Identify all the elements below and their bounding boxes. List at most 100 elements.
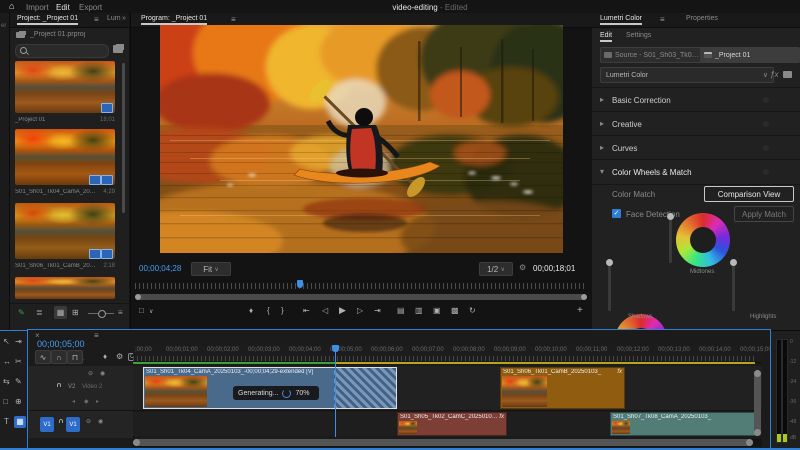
timeline-hscrollbar-thumb[interactable] bbox=[133, 439, 753, 446]
mark-in-button[interactable]: { bbox=[267, 306, 270, 315]
midtones-slider[interactable] bbox=[669, 213, 672, 263]
timeline-settings-wrench-icon[interactable]: ⚙ bbox=[116, 352, 123, 361]
section-creative[interactable]: ▸ Creative bbox=[592, 111, 800, 136]
rectangle-tool[interactable]: □ bbox=[3, 397, 8, 406]
subtab-edit[interactable]: Edit bbox=[600, 32, 612, 42]
timeline-menu-icon[interactable]: ≡ bbox=[94, 331, 99, 340]
add-marker-button[interactable]: ♦ bbox=[249, 306, 253, 315]
more-tools-button[interactable]: ▦ bbox=[14, 416, 26, 428]
list-view-icon[interactable]: ≣ bbox=[36, 308, 43, 317]
icon-view-icon[interactable]: ▦ bbox=[54, 306, 67, 319]
toolbar-menu-icon[interactable]: ≡ bbox=[118, 308, 123, 317]
playhead[interactable] bbox=[335, 345, 336, 437]
extract-button[interactable]: ▥ bbox=[415, 306, 423, 315]
export-frame-button[interactable]: ▣ bbox=[433, 306, 441, 315]
chevron-down-icon[interactable]: ∨ bbox=[149, 308, 153, 315]
step-forward-button[interactable]: ▷ bbox=[357, 306, 363, 315]
sequence-button[interactable]: _Project 01 bbox=[700, 47, 800, 63]
clip-video[interactable]: S01_Sh05_Tk02_CamC_20250103_ fx bbox=[397, 412, 507, 436]
mark-out-button[interactable]: } bbox=[281, 306, 284, 315]
timeline-hscrollbar-track[interactable] bbox=[133, 439, 762, 447]
source-clip-button[interactable]: Source - S01_Sh03_Tk04_... bbox=[600, 47, 704, 63]
ripple-edit-tool[interactable]: ↔ bbox=[3, 357, 11, 366]
menu-import[interactable]: Import bbox=[26, 3, 49, 12]
track-header-v2[interactable]: ⊖ ◉ V2 Video 2 ◂ ◆ ▸ bbox=[28, 368, 133, 411]
loop-button[interactable]: ↻ bbox=[469, 306, 476, 315]
program-panel-menu-icon[interactable]: ≡ bbox=[231, 15, 236, 24]
apply-match-button[interactable]: Apply Match bbox=[734, 206, 794, 222]
list-item[interactable]: _Project 01 18;01 bbox=[13, 61, 123, 127]
track-lane-v1[interactable]: S01_Sh05_Tk02_CamC_20250103_ fx S01_Sh07… bbox=[133, 412, 762, 436]
bin-path-row[interactable]: _Project 01.prproj bbox=[10, 29, 129, 42]
pen-tool[interactable]: ✎ bbox=[15, 377, 22, 386]
track-select-tool[interactable]: ⇥ bbox=[15, 337, 22, 346]
nest-toggle-button[interactable]: ∿ bbox=[35, 350, 51, 364]
project-panel-menu-icon[interactable]: ≡ bbox=[94, 15, 99, 24]
vscroll-bottom-handle[interactable] bbox=[754, 429, 761, 436]
subtab-settings[interactable]: Settings bbox=[626, 32, 651, 39]
keyframe-add-icon[interactable]: ◆ bbox=[84, 398, 89, 405]
hand-tool[interactable]: ⊕ bbox=[15, 397, 22, 406]
timeline-ruler[interactable]: ;00;00 00;00;01;00 00;00;02;00 00;00;03;… bbox=[133, 345, 762, 363]
tab-lumetri-scopes[interactable]: Lum bbox=[107, 15, 121, 22]
list-item[interactable]: S01_Sh01_Tk04_CamA_20250103... 4;29 bbox=[13, 129, 123, 199]
clip-video[interactable]: S01_Sh07_Tk08_CamA_20250103_ bbox=[610, 412, 756, 436]
home-icon[interactable]: ⌂ bbox=[9, 1, 14, 11]
tab-lumetri-color[interactable]: Lumetri Color bbox=[600, 15, 642, 25]
settings-wrench-icon[interactable]: ⚙ bbox=[519, 263, 526, 272]
monitor-scrub-ruler[interactable] bbox=[135, 283, 587, 289]
track-target-v1[interactable]: V1 bbox=[66, 417, 80, 432]
add-marker-icon[interactable]: ♦ bbox=[103, 352, 107, 361]
zoom-level-dropdown[interactable]: Fit ∨ bbox=[191, 262, 231, 276]
button-editor-plus[interactable]: + bbox=[577, 305, 583, 316]
project-scrollbar[interactable] bbox=[122, 63, 125, 213]
search-field[interactable] bbox=[15, 44, 109, 58]
track-lane-v2[interactable]: S01_Sh01_Tk04_CamA_20250103_-00;00;04;29… bbox=[133, 366, 762, 411]
fx-icon[interactable]: ƒx bbox=[770, 70, 778, 79]
item-thumbnail-partial[interactable] bbox=[15, 277, 115, 299]
section-basic-correction[interactable]: ▸ Basic Correction bbox=[592, 87, 800, 112]
new-bin-icon[interactable] bbox=[113, 45, 123, 53]
scrollbar-left-handle[interactable] bbox=[135, 294, 141, 300]
source-patch-v1[interactable]: V1 bbox=[40, 417, 54, 432]
shadows-slider[interactable] bbox=[608, 259, 611, 311]
writable-pen-icon[interactable]: ✎ bbox=[18, 308, 25, 317]
preset-dropdown[interactable]: Lumetri Color ∨ bbox=[600, 67, 774, 83]
panel-overflow-icon[interactable]: » bbox=[122, 15, 126, 22]
type-tool[interactable]: T bbox=[4, 417, 9, 426]
playhead-marker[interactable] bbox=[332, 345, 339, 352]
keyframe-prev-icon[interactable]: ◂ bbox=[72, 398, 75, 405]
lift-button[interactable]: ▤ bbox=[397, 306, 405, 315]
track-target-v2[interactable]: V2 bbox=[68, 384, 75, 390]
track-output-eye-icon[interactable]: ◉ bbox=[100, 370, 105, 377]
tab-properties[interactable]: Properties bbox=[686, 15, 718, 22]
lumetri-panel-menu-icon[interactable]: ≡ bbox=[660, 15, 665, 24]
section-curves[interactable]: ▸ Curves bbox=[592, 135, 800, 160]
track-header-v1[interactable]: V1 V1 ⊖ ◉ bbox=[28, 412, 133, 438]
current-timecode[interactable]: 00;00;04;28 bbox=[139, 264, 181, 273]
razor-tool[interactable]: ✂ bbox=[15, 357, 22, 366]
comparison-view-button[interactable]: Comparison View bbox=[704, 186, 794, 202]
tab-program[interactable]: Program: _Project 01 bbox=[141, 15, 207, 25]
midtones-wheel[interactable] bbox=[676, 213, 730, 267]
track-output-eye-icon[interactable]: ◉ bbox=[98, 418, 103, 425]
highlights-slider[interactable] bbox=[732, 259, 735, 311]
timeline-timecode[interactable]: 00;00;05;00 bbox=[37, 339, 85, 349]
multicam-button[interactable]: ▩ bbox=[451, 306, 459, 315]
zoom-slider-knob[interactable] bbox=[98, 310, 106, 318]
timeline-vscrollbar[interactable] bbox=[754, 370, 761, 436]
monitor-playhead[interactable] bbox=[297, 280, 303, 288]
track-name-v2[interactable]: Video 2 bbox=[82, 384, 102, 390]
selection-tool[interactable]: ↖ bbox=[3, 337, 10, 346]
slip-tool[interactable]: ⇆ bbox=[3, 377, 10, 386]
sync-lock-icon[interactable]: ⊖ bbox=[88, 370, 93, 377]
camera-snapshot-icon[interactable] bbox=[783, 71, 792, 78]
goto-out-button[interactable]: ⇥ bbox=[374, 306, 381, 315]
face-detection-checkbox[interactable]: ✓ bbox=[612, 209, 621, 218]
step-back-button[interactable]: ◁ bbox=[322, 306, 328, 315]
section-color-wheels[interactable]: ▾ Color Wheels & Match bbox=[592, 159, 800, 185]
vscroll-top-handle[interactable] bbox=[754, 370, 761, 377]
freeform-view-icon[interactable]: ⊞ bbox=[72, 308, 79, 317]
play-button[interactable]: ▶ bbox=[339, 305, 346, 316]
scrollbar-right-handle[interactable] bbox=[581, 294, 587, 300]
